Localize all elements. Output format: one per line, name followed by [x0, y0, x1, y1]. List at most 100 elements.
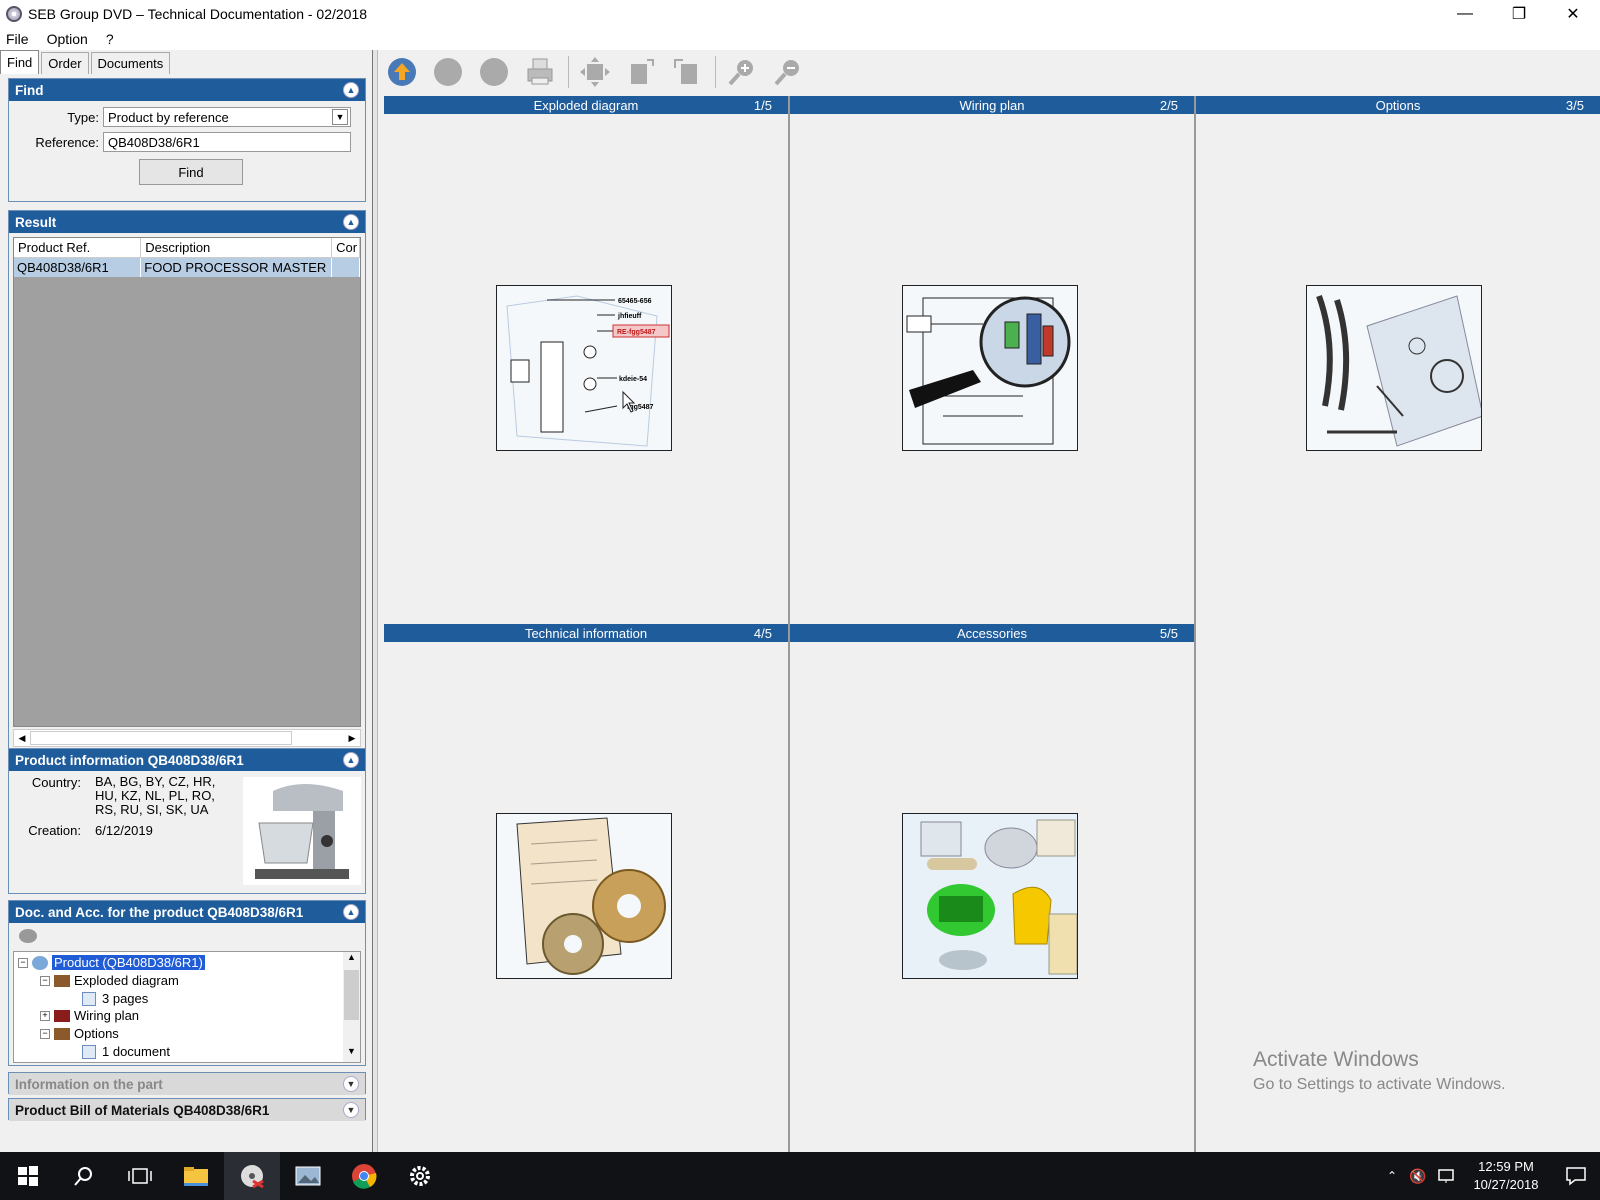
- type-select[interactable]: Product by reference ▼: [103, 107, 351, 127]
- fit-height-button[interactable]: [669, 54, 705, 90]
- bom-header[interactable]: Product Bill of Materials QB408D38/6R1 ▼: [9, 1099, 365, 1121]
- column-header-cor[interactable]: Cor: [332, 238, 360, 257]
- printer-icon: [527, 58, 553, 85]
- tree-item-exploded-diagram[interactable]: Exploded diagram: [74, 973, 179, 988]
- doc-acc-section: Doc. and Acc. for the product QB408D38/6…: [8, 900, 366, 1066]
- zoom-out-button[interactable]: [770, 54, 806, 90]
- country-label: Country:: [31, 775, 81, 790]
- result-header: Result ▲: [9, 211, 365, 233]
- seb-app-button[interactable]: [224, 1152, 280, 1200]
- tab-find[interactable]: Find: [0, 50, 40, 74]
- network-icon[interactable]: [1432, 1168, 1460, 1184]
- menu-option[interactable]: Option: [47, 31, 88, 47]
- wiring-plan-thumbnail[interactable]: [902, 285, 1078, 451]
- reference-input[interactable]: QB408D38/6R1: [103, 132, 351, 152]
- volume-muted-icon[interactable]: 🔇: [1404, 1168, 1432, 1185]
- file-explorer-button[interactable]: [168, 1152, 224, 1200]
- column-header-description[interactable]: Description: [141, 238, 333, 257]
- scroll-up-icon[interactable]: ▲: [343, 952, 360, 968]
- tree-item-product[interactable]: Product (QB408D38/6R1): [52, 955, 205, 970]
- tree-item-document[interactable]: 1 document: [102, 1044, 170, 1059]
- table-row[interactable]: QB408D38/6R1 FOOD PROCESSOR MASTER: [14, 258, 360, 277]
- horizontal-scrollbar[interactable]: ◀ ▶: [13, 729, 361, 747]
- start-button[interactable]: [0, 1152, 56, 1200]
- closed-book-icon: [54, 1009, 70, 1022]
- expand-icon[interactable]: ▼: [343, 1076, 359, 1092]
- tab-documents[interactable]: Documents: [90, 52, 171, 74]
- column-header-product-ref[interactable]: Product Ref.: [14, 238, 142, 257]
- scroll-left-icon[interactable]: ◀: [14, 733, 30, 744]
- watermark-subtitle: Go to Settings to activate Windows.: [1253, 1076, 1506, 1093]
- options-thumbnail[interactable]: [1306, 285, 1482, 451]
- cell-options[interactable]: Options 3/5: [1196, 96, 1600, 624]
- product-info-header: Product information QB408D38/6R1 ▲: [9, 749, 365, 771]
- table-header: Product Ref. Description Cor: [14, 238, 360, 258]
- cell-exploded-diagram[interactable]: Exploded diagram 1/5 65465-656 jhfieuff R…: [384, 96, 790, 624]
- collapse-icon[interactable]: ▲: [343, 752, 359, 768]
- search-button[interactable]: [56, 1152, 112, 1200]
- technical-information-thumbnail[interactable]: [496, 813, 672, 979]
- restore-button[interactable]: ❐: [1492, 0, 1546, 28]
- minimize-button[interactable]: —: [1438, 0, 1492, 28]
- collapse-node-icon[interactable]: −: [40, 975, 50, 986]
- close-button[interactable]: ✕: [1546, 0, 1600, 28]
- chevron-down-icon[interactable]: ▼: [332, 109, 348, 125]
- cloud-icon[interactable]: [19, 929, 37, 943]
- fit-page-button[interactable]: [577, 54, 613, 90]
- settings-button[interactable]: [392, 1152, 448, 1200]
- task-view-button[interactable]: [112, 1152, 168, 1200]
- go-up-button[interactable]: [384, 54, 420, 90]
- collapse-icon[interactable]: ▲: [343, 82, 359, 98]
- menu-help[interactable]: ?: [106, 31, 114, 47]
- zoom-in-button[interactable]: [724, 54, 760, 90]
- chevron-up-icon[interactable]: ⌃: [1380, 1169, 1404, 1183]
- tab-order[interactable]: Order: [41, 52, 89, 74]
- panel-splitter[interactable]: [372, 50, 378, 1152]
- cell-technical-information[interactable]: Technical information 4/5: [384, 624, 790, 1152]
- image-viewer-button[interactable]: [280, 1152, 336, 1200]
- cell-number: 5/5: [1159, 626, 1178, 641]
- cell-number: 1/5: [753, 98, 772, 113]
- cell-accessories[interactable]: Accessories 5/5: [790, 624, 1196, 1152]
- fit-width-button[interactable]: [623, 54, 659, 90]
- scroll-thumb[interactable]: [30, 731, 292, 745]
- zoom-in-icon: [728, 60, 753, 86]
- chrome-button[interactable]: [336, 1152, 392, 1200]
- activate-windows-watermark: Activate Windows Go to Settings to activ…: [1253, 1048, 1506, 1094]
- exploded-diagram-thumbnail[interactable]: 65465-656 jhfieuff RE-fgg5487 kdeie-54 f…: [496, 285, 672, 451]
- clock[interactable]: 12:59 PM 10/27/2018: [1460, 1158, 1552, 1194]
- tree-item-pages[interactable]: 3 pages: [102, 991, 148, 1006]
- cell-wiring-plan[interactable]: Wiring plan 2/5: [790, 96, 1196, 624]
- print-button[interactable]: [522, 54, 558, 90]
- picture-icon: [295, 1166, 321, 1186]
- collapse-icon[interactable]: ▲: [343, 214, 359, 230]
- scroll-down-icon[interactable]: ▼: [343, 1046, 360, 1062]
- tree-item-options[interactable]: Options: [74, 1026, 119, 1041]
- previous-button[interactable]: [430, 54, 466, 90]
- collapse-icon[interactable]: ▲: [343, 904, 359, 920]
- circle-icon: [480, 58, 508, 86]
- open-book-icon: [54, 1027, 70, 1040]
- next-button[interactable]: [476, 54, 512, 90]
- tree-item-wiring-plan[interactable]: Wiring plan: [74, 1008, 139, 1023]
- result-section: Result ▲ Product Ref. Description Cor QB…: [8, 210, 366, 800]
- find-button[interactable]: Find: [139, 159, 243, 185]
- product-info-header-label: Product information QB408D38/6R1: [15, 752, 244, 768]
- menu-file[interactable]: File: [6, 31, 29, 47]
- cell-title: Exploded diagram: [533, 98, 639, 113]
- vertical-scrollbar[interactable]: ▲ ▼: [343, 952, 360, 1062]
- result-table: Product Ref. Description Cor QB408D38/6R…: [13, 237, 361, 727]
- diagram-label-highlight: RE-fgg5487: [617, 329, 656, 336]
- menu-bar: File Option ?: [0, 28, 1600, 50]
- expand-icon[interactable]: ▼: [343, 1102, 359, 1118]
- scroll-thumb[interactable]: [344, 970, 359, 1020]
- accessories-thumbnail[interactable]: [902, 813, 1078, 979]
- chrome-icon: [352, 1164, 377, 1189]
- info-part-header[interactable]: Information on the part ▼: [9, 1073, 365, 1095]
- collapse-node-icon[interactable]: −: [40, 1028, 50, 1039]
- expand-node-icon[interactable]: +: [40, 1010, 50, 1021]
- notification-icon[interactable]: [1552, 1166, 1600, 1186]
- collapse-node-icon[interactable]: −: [18, 957, 28, 968]
- scroll-right-icon[interactable]: ▶: [344, 733, 360, 744]
- bom-section: Product Bill of Materials QB408D38/6R1 ▼: [8, 1098, 366, 1121]
